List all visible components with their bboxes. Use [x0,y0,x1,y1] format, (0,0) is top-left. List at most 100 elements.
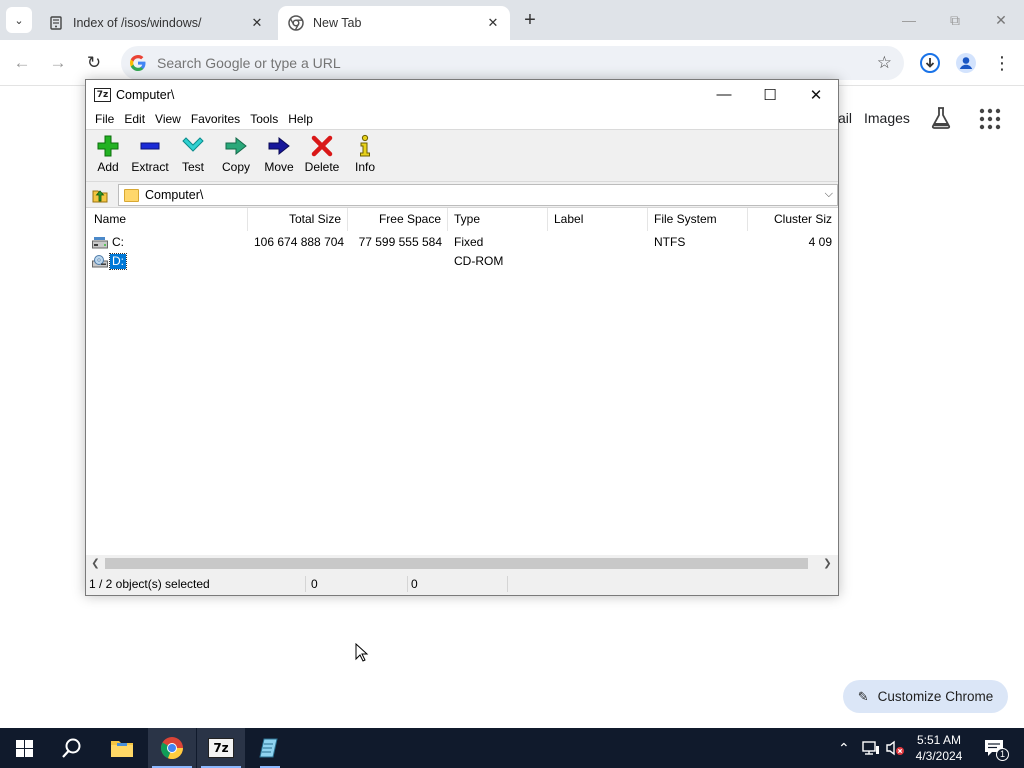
file-list[interactable]: Name Total Size Free Space Type Label Fi… [86,207,838,571]
info-label: Info [354,160,375,174]
free-space-cell: 77 599 555 584 [358,235,442,249]
google-g-icon [130,55,146,71]
mouse-pointer-icon [355,643,369,662]
chrome-taskbar-button[interactable] [148,728,196,768]
tab-index-of-isos[interactable]: Index of /isos/windows/ ✕ [38,6,274,40]
tab-title: Index of /isos/windows/ [73,16,202,30]
window-titlebar[interactable]: 7z Computer\ — ☐ ✕ [86,80,838,109]
type-cell: Fixed [454,235,484,249]
column-label[interactable]: Label [548,208,648,231]
test-button[interactable]: Test [180,134,206,178]
chrome-icon [288,15,304,31]
add-button[interactable]: Add [95,134,121,178]
move-button[interactable]: Move [263,134,295,178]
type-cell: CD-ROM [454,254,504,268]
column-total-size[interactable]: Total Size [248,208,348,231]
search-icon [62,738,81,758]
new-tab-plus-icon[interactable]: + [518,8,542,32]
minimize-icon[interactable]: — [886,8,932,32]
search-button[interactable] [48,728,96,768]
move-icon [268,136,290,156]
menu-bar: File Edit View Favorites Tools Help [86,109,838,129]
back-arrow-icon[interactable]: ← [8,49,36,77]
path-combobox[interactable]: ⌵ [118,184,838,206]
copy-icon [225,136,247,156]
column-type[interactable]: Type [448,208,548,231]
tray-overflow-icon[interactable]: ⌃ [838,728,850,768]
menu-tools[interactable]: Tools [249,112,279,126]
chevron-down-icon: ⌄ [14,14,24,27]
sevenzip-taskbar-button[interactable]: 7z [197,728,245,768]
reload-icon[interactable]: ↻ [80,49,108,77]
delete-icon [311,135,333,157]
start-button[interactable] [0,728,48,768]
status-selection: 1 / 2 object(s) selected [86,576,306,592]
notification-center-icon[interactable]: 1 [982,728,1009,768]
labs-flask-icon[interactable] [930,106,952,133]
cluster-size-cell [748,252,838,271]
system-clock[interactable]: 5:51 AM 4/3/2024 [906,732,972,764]
menu-help[interactable]: Help [287,112,314,126]
free-space-cell [348,252,448,271]
status-size: 0 [308,576,408,592]
forward-arrow-icon[interactable]: → [44,49,72,77]
chrome-icon [160,737,184,760]
path-input[interactable] [145,188,815,202]
address-bar: ⌵ [86,182,838,207]
table-row[interactable]: D: CD-ROM [86,252,838,271]
extract-button[interactable]: Extract [130,134,170,178]
taskbar: 7z ⌃ 5:51 AM 4/3/2024 1 [0,728,1024,768]
column-cluster-size[interactable]: Cluster Siz [748,208,838,231]
gmail-link[interactable]: ail [838,110,852,126]
windows-logo-icon [15,739,33,757]
column-file-system[interactable]: File System [648,208,748,231]
download-icon[interactable] [917,50,943,76]
column-free-space[interactable]: Free Space [348,208,448,231]
menu-edit[interactable]: Edit [123,112,146,126]
menu-view[interactable]: View [154,112,182,126]
up-folder-icon[interactable] [90,185,110,205]
delete-button[interactable]: Delete [304,134,340,178]
network-icon[interactable] [862,728,880,768]
scrollbar-thumb[interactable] [105,558,808,569]
menu-file[interactable]: File [94,112,115,126]
more-menu-icon[interactable]: ⋮ [989,50,1015,76]
maximize-icon[interactable]: ☐ [747,80,793,109]
restore-icon[interactable]: ⧉ [932,8,978,32]
minimize-icon[interactable]: — [701,80,747,109]
menu-favorites[interactable]: Favorites [190,112,241,126]
tab-new-tab[interactable]: New Tab ✕ [278,6,510,40]
apps-grid-icon[interactable] [979,108,1001,133]
test-icon [182,137,204,152]
copy-button[interactable]: Copy [221,134,251,178]
scroll-right-icon[interactable]: ❯ [820,556,835,571]
file-explorer-button[interactable] [98,728,146,768]
test-label: Test [181,160,204,174]
volume-muted-icon[interactable] [885,728,905,768]
close-tab-icon[interactable]: ✕ [248,14,266,32]
close-tab-icon[interactable]: ✕ [484,14,502,32]
sevenzip-logo-icon: 7z [94,87,111,102]
horizontal-scrollbar[interactable]: ❮ ❯ [86,555,838,571]
omnibox[interactable]: ☆ [121,46,904,80]
profile-avatar-icon[interactable] [953,50,979,76]
bookmark-star-icon[interactable]: ☆ [877,53,892,73]
folder-icon [124,188,139,202]
copy-label: Copy [221,160,250,174]
close-window-icon[interactable]: ✕ [793,80,839,109]
chevron-down-icon[interactable]: ⌵ [825,188,833,201]
images-link[interactable]: Images [864,110,910,126]
notepad-taskbar-button[interactable] [246,728,294,768]
tab-search-button[interactable]: ⌄ [6,7,32,33]
label-cell [548,252,648,271]
column-name[interactable]: Name [88,208,248,231]
close-window-icon[interactable]: ✕ [978,8,1024,32]
table-row[interactable]: C: 106 674 888 704 77 599 555 584 Fixed … [86,233,838,252]
server-icon [48,15,64,31]
omnibox-input[interactable] [157,55,837,71]
scroll-left-icon[interactable]: ❮ [88,556,103,571]
notepad-icon [259,738,278,758]
customize-chrome-button[interactable]: ✎ Customize Chrome [843,680,1008,713]
tab-title: New Tab [313,16,362,30]
info-button[interactable]: Info [352,134,378,178]
